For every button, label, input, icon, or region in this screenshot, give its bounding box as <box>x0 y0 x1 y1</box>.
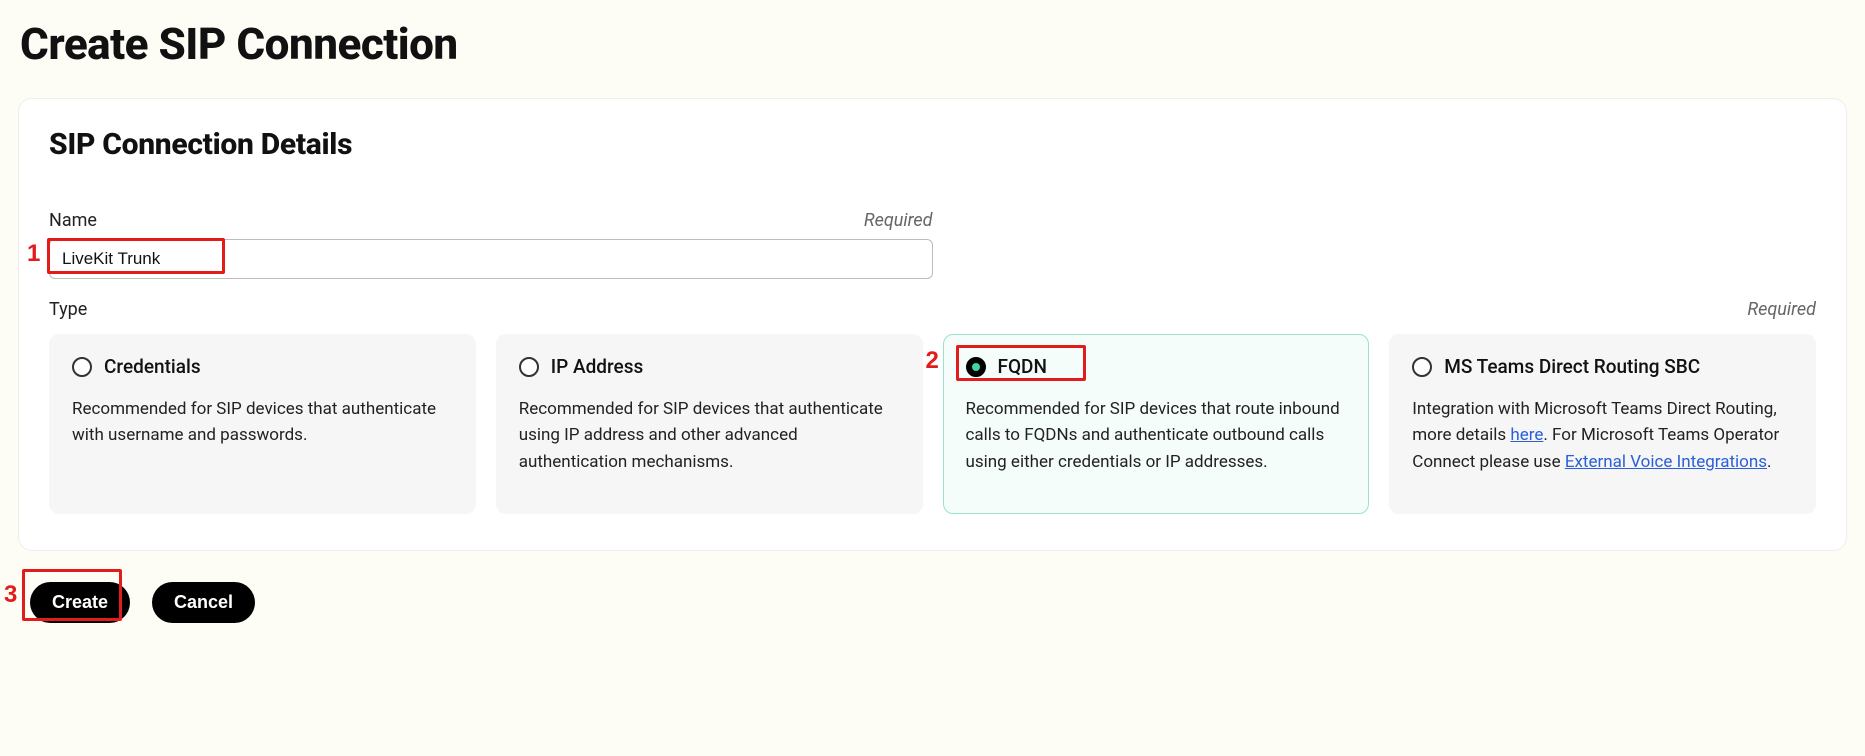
name-label: Name <box>49 210 97 231</box>
radio-ip-address[interactable] <box>519 357 539 377</box>
page-title: Create SIP Connection <box>20 18 1847 70</box>
type-option-desc: Recommended for SIP devices that route i… <box>966 396 1347 475</box>
ms-teams-external-voice-link[interactable]: External Voice Integrations <box>1565 452 1767 472</box>
type-option-ms-teams[interactable]: MS Teams Direct Routing SBC Integration … <box>1389 334 1816 514</box>
details-card: SIP Connection Details Name Required 1 T… <box>18 98 1847 551</box>
name-input[interactable] <box>49 239 933 279</box>
type-option-title: Credentials <box>104 355 201 378</box>
radio-fqdn[interactable] <box>966 357 986 377</box>
name-field-block: Name Required 1 <box>49 210 933 279</box>
type-option-desc: Integration with Microsoft Teams Direct … <box>1412 396 1793 475</box>
ms-teams-desc-post: . <box>1767 452 1771 472</box>
name-required: Required <box>864 210 933 231</box>
type-option-title: IP Address <box>551 355 644 378</box>
create-button[interactable]: Create <box>30 582 130 623</box>
type-option-fqdn[interactable]: FQDN Recommended for SIP devices that ro… <box>943 334 1370 514</box>
type-option-ip-address[interactable]: IP Address Recommended for SIP devices t… <box>496 334 923 514</box>
type-options-grid: Credentials Recommended for SIP devices … <box>49 334 1816 514</box>
type-option-desc: Recommended for SIP devices that authent… <box>72 396 453 449</box>
annotation-number-1: 1 <box>27 240 40 268</box>
annotation-number-3: 3 <box>4 581 17 609</box>
type-field-block: Type Required Credentials Recommended fo… <box>49 299 1816 514</box>
radio-credentials[interactable] <box>72 357 92 377</box>
annotation-number-2: 2 <box>926 347 939 375</box>
ms-teams-here-link[interactable]: here <box>1510 425 1543 445</box>
form-actions: Create Cancel 3 <box>30 575 1847 629</box>
type-required: Required <box>1747 299 1816 320</box>
cancel-button[interactable]: Cancel <box>152 582 255 623</box>
section-title: SIP Connection Details <box>49 127 1816 162</box>
type-option-title: FQDN <box>998 355 1047 378</box>
type-label: Type <box>49 299 87 320</box>
radio-ms-teams[interactable] <box>1412 357 1432 377</box>
type-option-desc: Recommended for SIP devices that authent… <box>519 396 900 475</box>
type-option-title: MS Teams Direct Routing SBC <box>1444 355 1700 378</box>
type-option-credentials[interactable]: Credentials Recommended for SIP devices … <box>49 334 476 514</box>
